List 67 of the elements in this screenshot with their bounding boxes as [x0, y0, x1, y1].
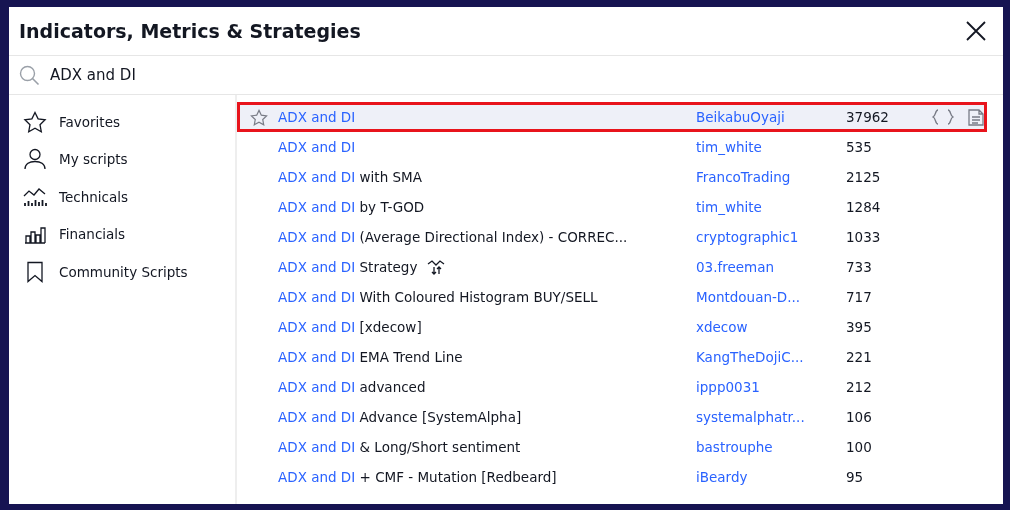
result-row[interactable]: ADX and DI BeikabuOyaji 37962 [237, 102, 987, 132]
script-name: ADX and DI [278, 109, 356, 125]
author-link[interactable]: iBeardy [696, 469, 846, 485]
likes-count: 100 [846, 439, 873, 455]
strategy-icon [427, 259, 446, 275]
likes-count: 221 [846, 349, 873, 365]
author-link[interactable]: BeikabuOyaji [696, 109, 846, 125]
author-link[interactable]: Montdouan-D... [696, 289, 846, 305]
script-name: ADX and DI with SMA [278, 169, 422, 185]
author-link[interactable]: ippp0031 [696, 379, 846, 395]
author-link[interactable]: xdecow [696, 319, 846, 335]
script-name: ADX and DI [278, 139, 356, 155]
author-link[interactable]: systemalphatr... [696, 409, 846, 425]
author-link[interactable]: tim_white [696, 139, 846, 155]
result-row[interactable]: ADX and DI (Average Directional Index) - CORREC... cryptographic1 1033 [237, 222, 987, 252]
likes-count: 95 [846, 469, 865, 485]
author-link[interactable]: tim_white [696, 199, 846, 215]
result-row[interactable]: ADX and DI with SMA FrancoTrading 2125 [237, 162, 987, 192]
script-name: ADX and DI & Long/Short sentiment [278, 439, 521, 455]
script-name: ADX and DI advanced [278, 379, 426, 395]
likes-count: 717 [846, 289, 873, 305]
result-row[interactable]: ADX and DI With Coloured Histogram BUY/SELL Montdouan-D... 717 [237, 282, 987, 312]
result-row[interactable]: ADX and DI Strategy 03.freeman 733 [237, 252, 987, 282]
result-row[interactable]: ADX and DI EMA Trend Line KangTheDojiC... 221 [237, 342, 987, 372]
author-link[interactable]: bastrouphe [696, 439, 846, 455]
likes-count: 106 [846, 409, 873, 425]
result-row[interactable]: ADX and DI [xdecow] xdecow 395 [237, 312, 987, 342]
document-icon[interactable] [968, 108, 984, 126]
author-link[interactable]: cryptographic1 [696, 229, 846, 245]
bar-chart-icon [23, 224, 47, 245]
chart-icon [23, 186, 47, 207]
star-icon[interactable] [250, 108, 268, 126]
author-link[interactable]: FrancoTrading [696, 169, 846, 185]
dialog-title: Indicators, Metrics & Strategies [19, 20, 361, 42]
result-row[interactable]: ADX and DI by T-GOD tim_white 1284 [237, 192, 987, 222]
result-row[interactable]: ADX and DI advanced ippp0031 212 [237, 372, 987, 402]
result-row[interactable]: ADX and DI + CMF - Mutation [Redbeard] iBeardy 95 [237, 462, 987, 492]
author-link[interactable]: 03.freeman [696, 259, 846, 275]
likes-count: 535 [846, 139, 873, 155]
source-code-icon[interactable] [932, 109, 954, 125]
search-icon [19, 64, 40, 86]
result-row[interactable]: ADX and DI & Long/Short sentiment bastrouphe 100 [237, 432, 987, 462]
sidebar-item[interactable]: Technicals [59, 188, 129, 205]
script-name: ADX and DI Advance [SystemAlpha] [278, 409, 522, 425]
script-name: ADX and DI (Average Directional Index) - CORREC... [278, 229, 628, 245]
user-icon [23, 148, 47, 171]
script-name: ADX and DI by T-GOD [278, 199, 425, 215]
star-icon [23, 110, 47, 133]
likes-count: 395 [846, 319, 873, 335]
likes-count: 1284 [846, 199, 882, 215]
likes-count: 733 [846, 259, 873, 275]
sidebar-item[interactable]: Financials [59, 226, 126, 243]
likes-count: 212 [846, 379, 873, 395]
script-name: ADX and DI EMA Trend Line [278, 349, 463, 365]
result-row[interactable]: ADX and DI Advance [SystemAlpha] systemalphatr... 106 [237, 402, 987, 432]
result-row[interactable]: ADX and DI tim_white 535 [237, 132, 987, 162]
author-link[interactable]: KangTheDojiC... [696, 349, 846, 365]
sidebar-item[interactable]: Community Scripts [59, 263, 188, 280]
script-name: ADX and DI [xdecow] [278, 319, 422, 335]
script-name: ADX and DI + CMF - Mutation [Redbeard] [278, 469, 557, 485]
likes-count: 37962 [846, 109, 890, 125]
sidebar-item[interactable]: Favorites [59, 113, 120, 130]
script-name: ADX and DI Strategy [278, 259, 418, 275]
script-name: ADX and DI With Coloured Histogram BUY/SELL [278, 289, 598, 305]
likes-count: 1033 [846, 229, 882, 245]
sidebar-item[interactable]: My scripts [59, 151, 128, 168]
likes-count: 2125 [846, 169, 882, 185]
